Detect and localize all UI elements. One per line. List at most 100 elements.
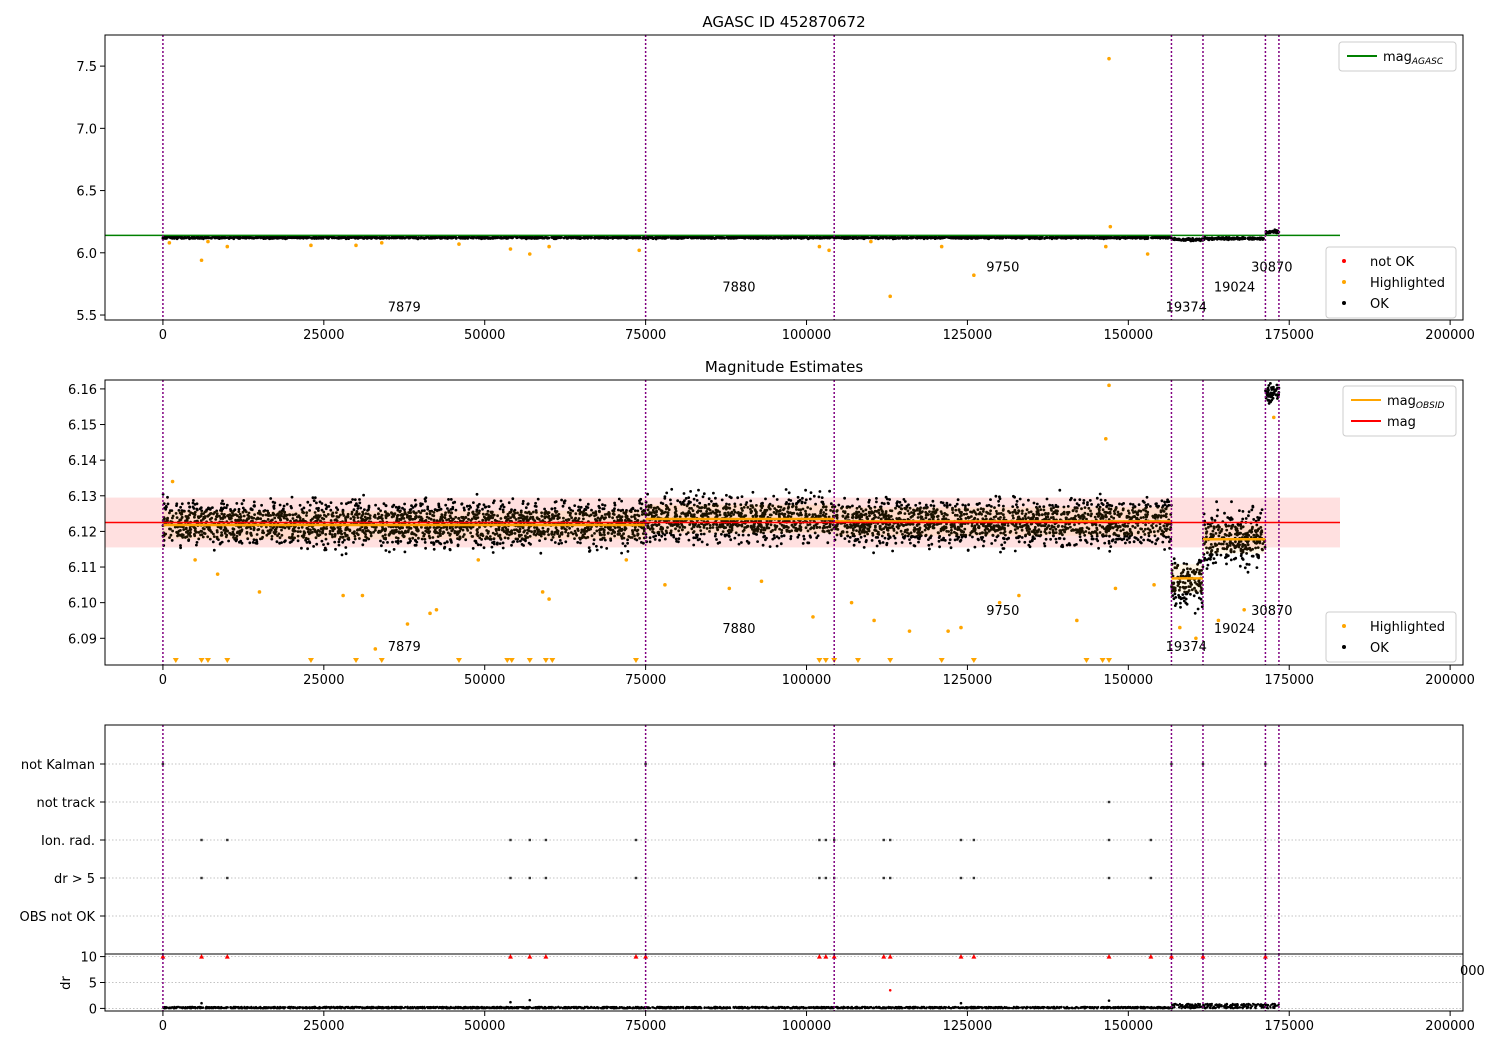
ok-point	[1270, 230, 1274, 234]
ok-point	[460, 502, 464, 506]
ok-point	[208, 236, 212, 240]
ok-point	[403, 550, 407, 554]
ok-point	[220, 235, 224, 239]
ok-point	[737, 533, 741, 537]
ok-point	[449, 498, 453, 501]
ok-point	[565, 236, 569, 240]
ok-point	[333, 236, 337, 240]
ok-point	[403, 236, 407, 240]
ok-point	[860, 235, 864, 239]
ok-point	[661, 235, 665, 239]
ok-point	[267, 236, 271, 239]
ok-point	[283, 540, 286, 544]
ok-point	[193, 503, 197, 506]
ok-point	[1255, 237, 1258, 241]
ok-point	[1199, 239, 1202, 243]
ok-point	[313, 496, 317, 500]
legend-label: not OK	[1370, 255, 1415, 270]
highlighted-point	[547, 244, 551, 249]
ok-point	[873, 235, 877, 239]
ok-point	[446, 507, 449, 510]
ok-point	[697, 488, 700, 492]
ok-point	[443, 546, 446, 550]
ok-point	[1062, 236, 1065, 240]
obsid-label: 7880	[722, 280, 755, 295]
ok-point	[597, 504, 601, 508]
ok-point	[207, 507, 211, 511]
ok-point	[521, 502, 525, 505]
ok-point	[170, 539, 174, 542]
ok-point	[804, 488, 807, 492]
ok-point	[289, 505, 293, 508]
ok-point	[386, 541, 389, 544]
ok-point	[298, 503, 302, 507]
ok-point	[946, 236, 950, 239]
legend-label: Highlighted	[1370, 276, 1445, 291]
ok-point	[504, 236, 508, 239]
ok-point	[1039, 235, 1042, 239]
ok-point	[890, 236, 894, 240]
ok-point	[502, 505, 506, 509]
y-tick-label: 6.0	[76, 247, 97, 262]
y-tick-label: 6.5	[76, 185, 97, 200]
ok-point	[401, 506, 404, 510]
figure: AGASC ID 4528706727879788097501937419024…	[20, 13, 1485, 1034]
legend-marker	[1342, 280, 1346, 284]
ok-point	[720, 498, 724, 502]
ok-point	[321, 236, 324, 239]
ok-point	[871, 236, 874, 240]
ok-point	[579, 236, 583, 240]
ok-point	[1258, 237, 1262, 240]
ok-point	[809, 235, 813, 239]
ok-point	[247, 236, 251, 240]
ok-point	[494, 236, 497, 240]
ok-point	[743, 236, 747, 239]
ok-point	[879, 235, 882, 239]
ok-point	[1249, 237, 1253, 241]
ok-point	[976, 236, 980, 240]
ok-point	[414, 236, 418, 240]
ok-point	[560, 541, 563, 545]
ok-point	[252, 500, 256, 504]
ok-point	[327, 236, 330, 240]
ok-point	[311, 236, 314, 240]
ok-point	[911, 236, 915, 240]
ok-point	[980, 236, 983, 240]
ok-point	[192, 499, 195, 502]
ok-point	[367, 506, 371, 509]
ok-point	[596, 236, 600, 240]
ok-point	[272, 505, 276, 509]
ok-point	[324, 507, 328, 511]
ok-point	[260, 503, 263, 507]
ok-point	[248, 541, 252, 545]
ok-point	[235, 502, 239, 505]
ok-point	[709, 235, 712, 239]
ok-point	[761, 501, 764, 505]
ok-point	[288, 541, 292, 544]
ok-point	[306, 500, 310, 504]
ok-point	[631, 506, 635, 510]
ok-point	[698, 537, 702, 541]
ok-point	[269, 497, 273, 500]
ok-point	[199, 506, 203, 510]
chart-title: Magnitude Estimates	[705, 358, 863, 376]
ok-point	[1028, 236, 1032, 239]
ok-point	[413, 543, 417, 547]
y-tick-label: 5.5	[76, 309, 97, 324]
ok-point	[593, 235, 597, 239]
highlighted-point	[827, 248, 831, 253]
ok-point	[370, 235, 373, 239]
ok-point	[654, 235, 658, 239]
ok-point	[806, 236, 809, 240]
ok-point	[492, 540, 496, 544]
ok-point	[801, 542, 805, 545]
ok-point	[1217, 236, 1220, 239]
ok-point	[327, 505, 331, 508]
ok-point	[578, 508, 581, 512]
ok-point	[620, 551, 623, 555]
ok-point	[394, 505, 398, 509]
ok-point	[166, 502, 170, 506]
ok-point	[678, 533, 682, 537]
ok-point	[1172, 238, 1176, 242]
highlighted-point	[1145, 252, 1150, 256]
